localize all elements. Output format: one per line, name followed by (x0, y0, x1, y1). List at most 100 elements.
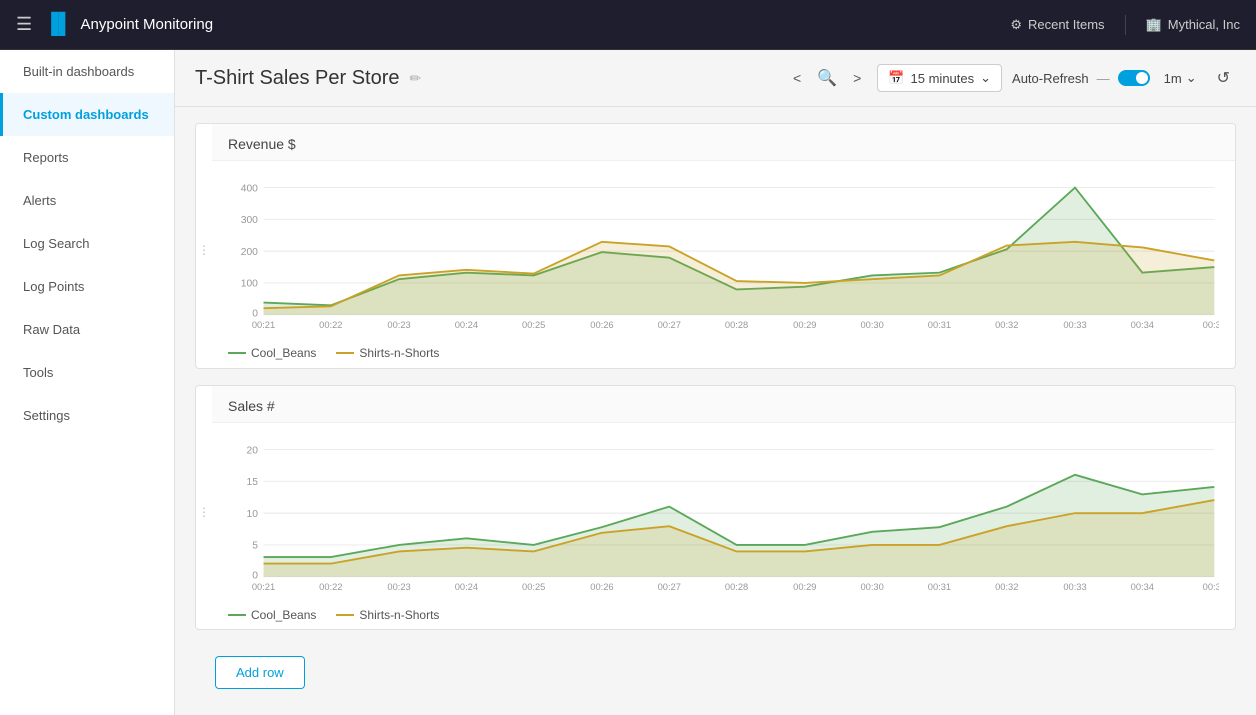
org-name: Mythical, Inc (1168, 17, 1240, 32)
svg-text:00:25: 00:25 (522, 581, 545, 591)
svg-text:00:22: 00:22 (319, 581, 342, 591)
sales-shirts-legend-line (336, 614, 354, 616)
sidebar-item-log-points[interactable]: Log Points (0, 265, 174, 308)
legend-cool-beans: Cool_Beans (228, 346, 316, 360)
sidebar-item-custom-dashboards[interactable]: Custom dashboards (0, 93, 174, 136)
app-name: Anypoint Monitoring (80, 16, 213, 33)
sidebar-item-alerts[interactable]: Alerts (0, 179, 174, 222)
dashboard-title: T-Shirt Sales Per Store (195, 67, 400, 90)
recent-items-button[interactable]: ⚙ Recent Items (1010, 17, 1104, 33)
main-content: T-Shirt Sales Per Store ✏ < 🔍 > 📅 15 min… (175, 50, 1256, 715)
svg-text:00:21: 00:21 (252, 581, 275, 591)
topnav: ☰ ▐▌ Anypoint Monitoring ⚙ Recent Items … (0, 0, 1256, 50)
svg-text:00:26: 00:26 (590, 581, 613, 591)
refresh-interval-chevron: ⌄ (1186, 70, 1197, 86)
topnav-right: ⚙ Recent Items 🏢 Mythical, Inc (1010, 15, 1240, 35)
svg-text:00:27: 00:27 (658, 581, 681, 591)
sidebar-item-built-in-dashboards[interactable]: Built-in dashboards (0, 50, 174, 93)
sales-chart-title: Sales # (212, 386, 1235, 423)
chart-card-drag-container: ⋮ Revenue $ 400 300 200 100 0 (196, 124, 1235, 369)
org-icon: 🏢 (1146, 17, 1162, 33)
svg-text:00:22: 00:22 (319, 320, 342, 330)
auto-refresh-section: Auto-Refresh — 1m ⌄ ↺ (1012, 64, 1236, 92)
refresh-button[interactable]: ↺ (1211, 64, 1236, 92)
revenue-chart-svg: 400 300 200 100 0 (228, 173, 1219, 333)
svg-text:00:23: 00:23 (387, 320, 410, 330)
revenue-chart-body: 400 300 200 100 0 (212, 161, 1235, 369)
svg-text:00:31: 00:31 (928, 320, 951, 330)
shirts-legend-line (336, 352, 354, 354)
shirts-legend-label: Shirts-n-Shorts (359, 346, 439, 360)
svg-text:00:24: 00:24 (455, 320, 478, 330)
cool-beans-legend-line (228, 352, 246, 354)
time-search-button[interactable]: 🔍 (811, 66, 843, 90)
hamburger-icon[interactable]: ☰ (16, 14, 32, 35)
svg-text:00:34: 00:34 (1131, 581, 1154, 591)
time-navigation: < 🔍 > (787, 66, 867, 90)
time-range-label: 15 minutes (911, 71, 975, 86)
time-range-selector[interactable]: 📅 15 minutes ⌄ (877, 64, 1002, 92)
add-row-section: Add row (195, 646, 1236, 699)
svg-text:0: 0 (252, 309, 258, 320)
sidebar: Built-in dashboards Custom dashboards Re… (0, 50, 175, 715)
svg-text:100: 100 (241, 279, 258, 290)
svg-text:00:25: 00:25 (522, 320, 545, 330)
svg-text:00:32: 00:32 (995, 581, 1018, 591)
toolbar-controls: < 🔍 > 📅 15 minutes ⌄ Auto-Refresh — 1m ⌄ (787, 64, 1236, 92)
time-back-button[interactable]: < (787, 68, 807, 88)
sidebar-item-reports[interactable]: Reports (0, 136, 174, 179)
edit-title-icon[interactable]: ✏ (410, 70, 422, 87)
svg-text:20: 20 (246, 445, 258, 456)
sales-chart-drag-container: ⋮ Sales # 20 15 10 5 0 (196, 386, 1235, 631)
add-row-button[interactable]: Add row (215, 656, 305, 689)
auto-refresh-toggle[interactable] (1118, 70, 1150, 86)
svg-text:00:30: 00:30 (860, 581, 883, 591)
svg-text:15: 15 (246, 477, 258, 488)
svg-text:00:27: 00:27 (658, 320, 681, 330)
svg-text:00:28: 00:28 (725, 320, 748, 330)
revenue-chart-title: Revenue $ (212, 124, 1235, 161)
app-logo: ▐▌ Anypoint Monitoring (44, 13, 213, 36)
refresh-interval-label: 1m (1164, 71, 1182, 86)
sidebar-item-settings[interactable]: Settings (0, 394, 174, 437)
sales-cool-beans-legend-label: Cool_Beans (251, 608, 316, 622)
cool-beans-legend-label: Cool_Beans (251, 346, 316, 360)
logo-icon: ▐▌ (44, 13, 72, 36)
svg-text:00:34: 00:34 (1131, 320, 1154, 330)
svg-text:00:29: 00:29 (793, 581, 816, 591)
time-range-chevron: ⌄ (980, 70, 991, 86)
svg-text:300: 300 (241, 215, 258, 226)
refresh-interval-selector[interactable]: 1m ⌄ (1156, 66, 1205, 90)
svg-text:200: 200 (241, 247, 258, 258)
main-layout: Built-in dashboards Custom dashboards Re… (0, 50, 1256, 715)
sales-chart-inner: Sales # 20 15 10 5 0 (212, 386, 1235, 631)
toolbar: T-Shirt Sales Per Store ✏ < 🔍 > 📅 15 min… (175, 50, 1256, 107)
dashboard-content: ⋮ Revenue $ 400 300 200 100 0 (175, 107, 1256, 715)
sales-cool-beans-legend-line (228, 614, 246, 616)
org-menu[interactable]: 🏢 Mythical, Inc (1146, 17, 1240, 33)
sales-chart-card: ⋮ Sales # 20 15 10 5 0 (195, 385, 1236, 631)
sidebar-item-raw-data[interactable]: Raw Data (0, 308, 174, 351)
auto-refresh-label: Auto-Refresh (1012, 71, 1089, 86)
svg-text:00:33: 00:33 (1063, 320, 1086, 330)
sales-chart-drag-handle[interactable]: ⋮ (196, 386, 212, 631)
svg-text:00:23: 00:23 (387, 581, 410, 591)
sidebar-item-log-search[interactable]: Log Search (0, 222, 174, 265)
svg-text:10: 10 (246, 508, 258, 519)
calendar-icon: 📅 (888, 70, 904, 86)
revenue-chart-card: ⋮ Revenue $ 400 300 200 100 0 (195, 123, 1236, 369)
recent-items-label: Recent Items (1028, 17, 1105, 32)
sales-shirts-legend-label: Shirts-n-Shorts (359, 608, 439, 622)
sidebar-item-tools[interactable]: Tools (0, 351, 174, 394)
svg-text:00:35: 00:35 (1203, 320, 1219, 330)
recent-items-icon: ⚙ (1010, 17, 1022, 33)
chart-drag-handle[interactable]: ⋮ (196, 124, 212, 369)
time-forward-button[interactable]: > (847, 68, 867, 88)
sales-chart-legend: Cool_Beans Shirts-n-Shorts (228, 600, 1219, 626)
svg-text:00:32: 00:32 (995, 320, 1018, 330)
svg-text:00:30: 00:30 (860, 320, 883, 330)
revenue-chart-legend: Cool_Beans Shirts-n-Shorts (228, 338, 1219, 364)
page-title: T-Shirt Sales Per Store ✏ (195, 67, 777, 90)
legend-shirts-n-shorts: Shirts-n-Shorts (336, 346, 439, 360)
revenue-chart-inner: Revenue $ 400 300 200 100 0 (212, 124, 1235, 369)
